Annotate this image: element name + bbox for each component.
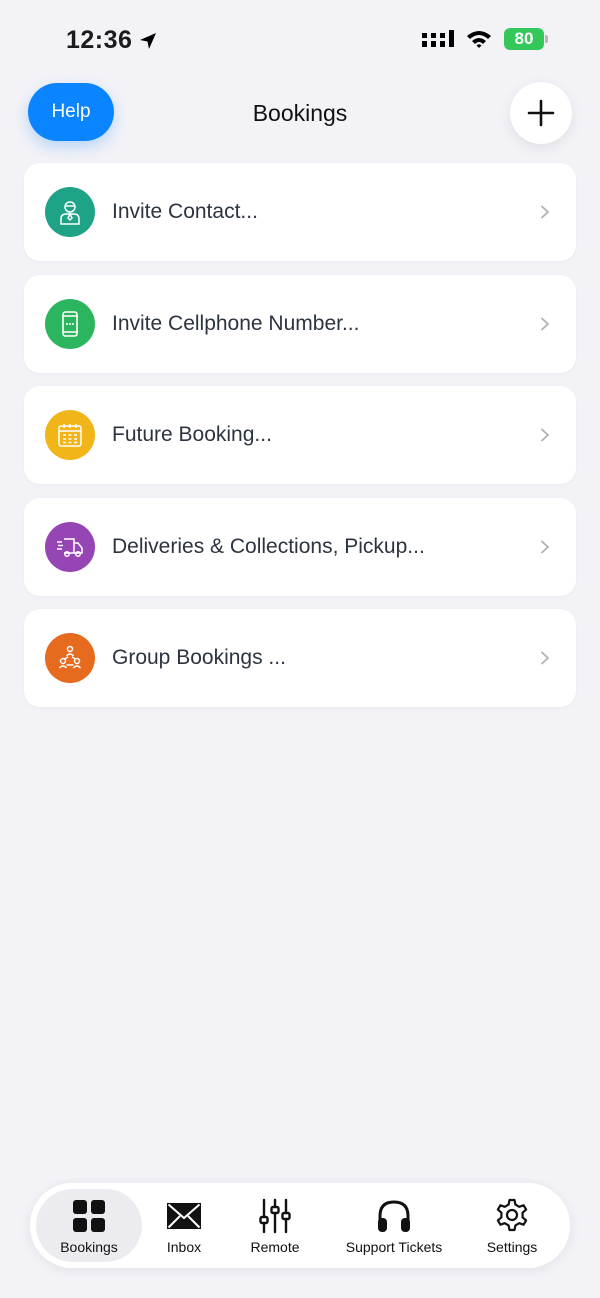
screen: 12:36 80 Help Bookings Invite Contact...… — [0, 0, 600, 1298]
grid-icon — [73, 1199, 105, 1232]
gear-icon — [496, 1198, 528, 1231]
menu-item-invite-contact[interactable]: Invite Contact... — [24, 163, 576, 261]
menu-item-future-booking[interactable]: Future Booking... — [24, 386, 576, 484]
menu-icon-badge — [45, 521, 95, 572]
battery-level: 80 — [504, 28, 544, 50]
menu-item-label: Deliveries & Collections, Pickup... — [112, 534, 425, 558]
tab-label: Inbox — [166, 1238, 202, 1255]
menu-item-invite-cellphone[interactable]: Invite Cellphone Number... — [24, 274, 576, 373]
status-bar: 12:36 80 — [0, 0, 600, 80]
battery-tip — [545, 35, 548, 43]
headphones-icon — [378, 1199, 410, 1232]
menu-icon-badge — [45, 187, 95, 237]
chevron-right-icon — [541, 205, 549, 219]
tab-bar: Bookings Inbox Remote Support Tickets Se… — [30, 1183, 570, 1268]
truck-icon — [57, 537, 83, 557]
location-arrow-icon — [140, 32, 157, 49]
calendar-icon — [58, 424, 82, 447]
tab-label: Support Tickets — [345, 1238, 443, 1255]
envelope-icon — [167, 1202, 201, 1229]
tab-label: Remote — [250, 1238, 300, 1255]
sliders-icon — [259, 1198, 291, 1233]
chevron-right-icon — [541, 428, 549, 442]
menu-item-label: Invite Cellphone Number... — [112, 311, 360, 335]
nav-header: Help Bookings — [0, 80, 600, 150]
tab-inbox[interactable]: Inbox — [142, 1189, 226, 1262]
menu-item-label: Future Booking... — [112, 423, 272, 446]
menu-item-deliveries-collections[interactable]: Deliveries & Collections, Pickup... — [24, 497, 576, 596]
chevron-right-icon — [541, 317, 549, 330]
status-indicators: 80 — [422, 28, 548, 50]
menu-item-group-bookings[interactable]: Group Bookings ... — [24, 609, 576, 707]
status-time: 12:36 — [66, 26, 158, 55]
bookings-menu: Invite Contact... Invite Cellphone Numbe… — [24, 163, 576, 721]
cellular-signal-icon — [422, 30, 454, 47]
wifi-icon — [467, 31, 491, 48]
menu-icon-badge — [45, 298, 95, 349]
tab-settings[interactable]: Settings — [464, 1189, 560, 1262]
chevron-right-icon — [541, 540, 549, 553]
menu-icon-badge — [45, 410, 95, 460]
tab-remote[interactable]: Remote — [226, 1189, 324, 1262]
menu-item-label: Invite Contact... — [112, 200, 258, 223]
menu-item-label: Group Bookings ... — [112, 646, 286, 669]
tab-bookings[interactable]: Bookings — [36, 1189, 142, 1262]
tab-support-tickets[interactable]: Support Tickets — [324, 1189, 464, 1262]
time-text: 12:36 — [66, 26, 133, 54]
phone-icon — [62, 310, 78, 337]
tab-label: Bookings — [60, 1238, 118, 1255]
menu-icon-badge — [45, 633, 95, 683]
add-button[interactable] — [510, 82, 572, 144]
chevron-right-icon — [541, 651, 549, 665]
group-icon — [58, 645, 82, 669]
plus-icon — [527, 99, 555, 127]
battery-indicator: 80 — [504, 28, 548, 50]
tab-label: Settings — [486, 1238, 538, 1255]
person-icon — [60, 201, 80, 225]
